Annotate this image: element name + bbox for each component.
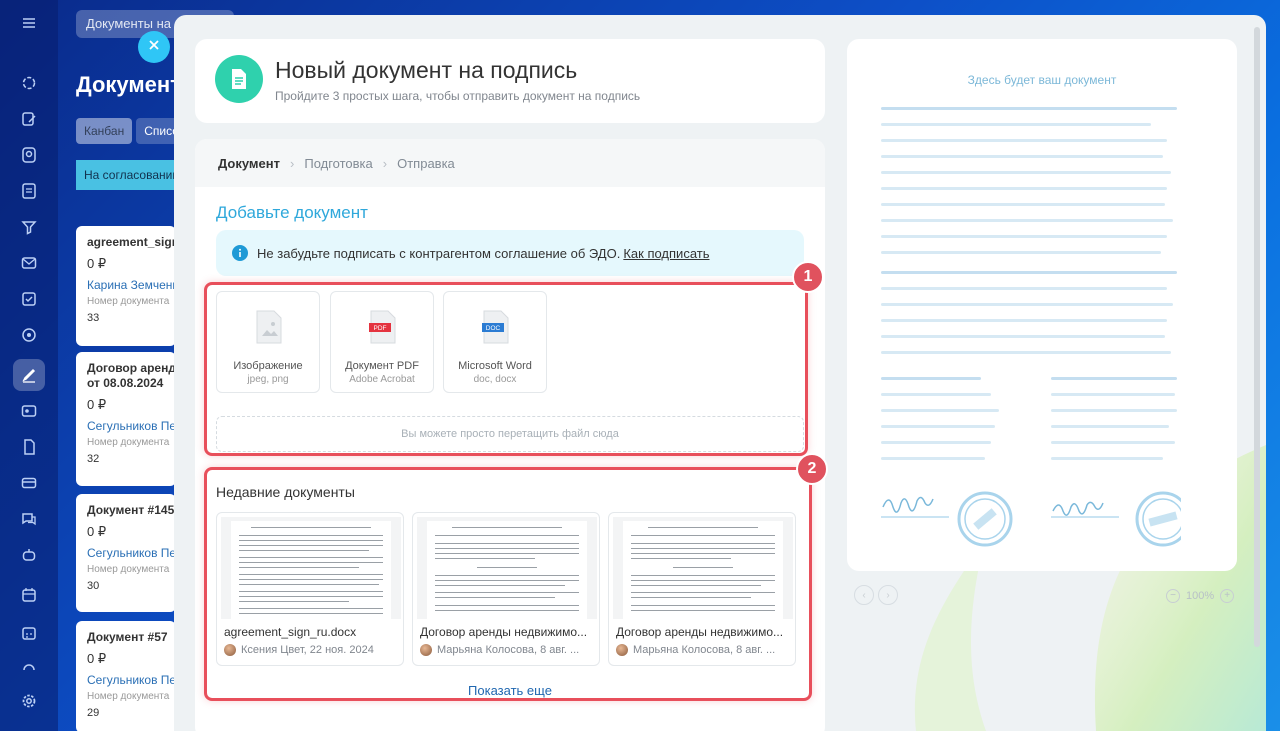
signature-stamps-illustration [881,491,1181,547]
zoom-control: − 100% + [1166,589,1235,603]
app-sidebar [0,0,58,731]
card-amount: 0 ₽ [87,524,107,539]
card-title: Документ #145 [87,503,175,517]
close-slider-button[interactable] [138,31,170,63]
card-number-label: Номер документа [87,296,170,307]
kanban-column-header: На согласовании [76,160,176,190]
header-card: Новый документ на подпись Пройдите 3 про… [195,39,825,123]
kanban-card[interactable]: agreement_sign_ 0 ₽ Карина Земченк Номер… [76,226,176,346]
chat-icon[interactable] [16,506,42,532]
crm-icon[interactable] [16,142,42,168]
card-number-label: Номер документа [87,564,170,575]
document-list-icon[interactable] [16,178,42,204]
mail-icon[interactable] [16,250,42,276]
preview-title: Здесь будет ваш документ [967,73,1117,87]
info-icon [232,245,248,261]
card-person[interactable]: Сегульников Пе [87,546,176,560]
close-icon [148,38,160,56]
step-preparation[interactable]: Подготовка [304,156,372,171]
zoom-level: 100% [1186,590,1215,602]
how-to-sign-link[interactable]: Как подписать [623,246,709,261]
chevron-right-icon: › [290,155,295,171]
chevron-right-icon: › [382,155,388,171]
activity-icon[interactable] [16,70,42,96]
breadcrumb: Документ › Подготовка › Отправка [195,139,825,187]
info-text: Не забудьте подписать с контрагентом сог… [257,245,621,261]
card-person[interactable]: Карина Земченк [87,278,176,292]
card-title: Документ #57 [87,630,168,644]
card-number-label: Номер документа [87,437,170,448]
card-person[interactable]: Сегульников Пе [87,673,176,687]
card-amount: 0 ₽ [87,651,107,666]
next-page-icon[interactable]: › [878,585,898,605]
card-title: agreement_sign_ [87,235,176,249]
kanban-card[interactable]: Документ #57 0 ₽ Сегульников Пе Номер до… [76,621,176,731]
annotation-badge-1: 1 [792,261,824,293]
kanban-card[interactable]: Договор аренды от 08.08.2024 0 ₽ Сегульн… [76,352,176,486]
document-icon [215,55,263,103]
sign-pen-icon[interactable] [13,359,45,391]
card-number-label: Номер документа [87,691,170,702]
id-card-icon[interactable] [16,398,42,424]
more-icon[interactable] [16,654,42,680]
planner-icon[interactable] [16,620,42,646]
kanban-card[interactable]: Документ #145 0 ₽ Сегульников Пе Номер д… [76,494,176,612]
card-amount: 0 ₽ [87,256,107,271]
payment-icon[interactable] [16,470,42,496]
card-amount: 0 ₽ [87,397,107,412]
new-document-slider: Новый документ на подпись Пройдите 3 про… [174,15,1266,731]
page-title: Новый документ на подпись [275,57,578,83]
card-number: 33 [87,312,100,324]
zoom-in-icon[interactable]: + [1220,589,1235,603]
prev-page-icon[interactable]: ‹ [854,585,874,605]
card-number: 32 [87,453,100,465]
filter-icon[interactable] [16,214,42,240]
card-number: 30 [87,580,100,592]
calendar-icon[interactable] [16,582,42,608]
card-number: 29 [87,707,100,719]
checkbox-icon[interactable] [16,286,42,312]
annotation-badge-2: 2 [796,453,828,485]
page-subtitle: Пройдите 3 простых шага, чтобы отправить… [275,89,641,103]
card-person[interactable]: Сегульников Пе [87,419,176,433]
info-banner: Не забудьте подписать с контрагентом сог… [216,230,804,276]
menu-icon[interactable] [16,10,42,36]
tab-kanban[interactable]: Канбан [76,118,133,144]
main-card: Документ › Подготовка › Отправка Добавьт… [195,139,828,731]
settings-gear-icon[interactable] [16,688,42,714]
background-page-title: Документ [76,72,181,97]
step-document[interactable]: Документ [218,156,280,171]
scrollbar[interactable] [1254,27,1260,647]
zoom-out-icon[interactable]: − [1166,589,1180,603]
goals-icon[interactable] [16,322,42,348]
preview-pager: ‹ › [854,585,898,605]
highlight-frame-recent [204,467,812,701]
tasks-edit-icon[interactable] [16,106,42,132]
section-title: Добавьте документ [216,203,368,222]
bot-icon[interactable] [16,542,42,568]
step-sending[interactable]: Отправка [397,156,455,171]
card-title: Договор аренды [87,361,176,375]
file-icon[interactable] [16,434,42,460]
card-title-line2: от 08.08.2024 [87,376,164,390]
document-preview: Здесь будет ваш документ [847,39,1237,571]
background-view-tabs: Канбан Списо [76,118,187,144]
highlight-frame-upload [204,282,808,456]
